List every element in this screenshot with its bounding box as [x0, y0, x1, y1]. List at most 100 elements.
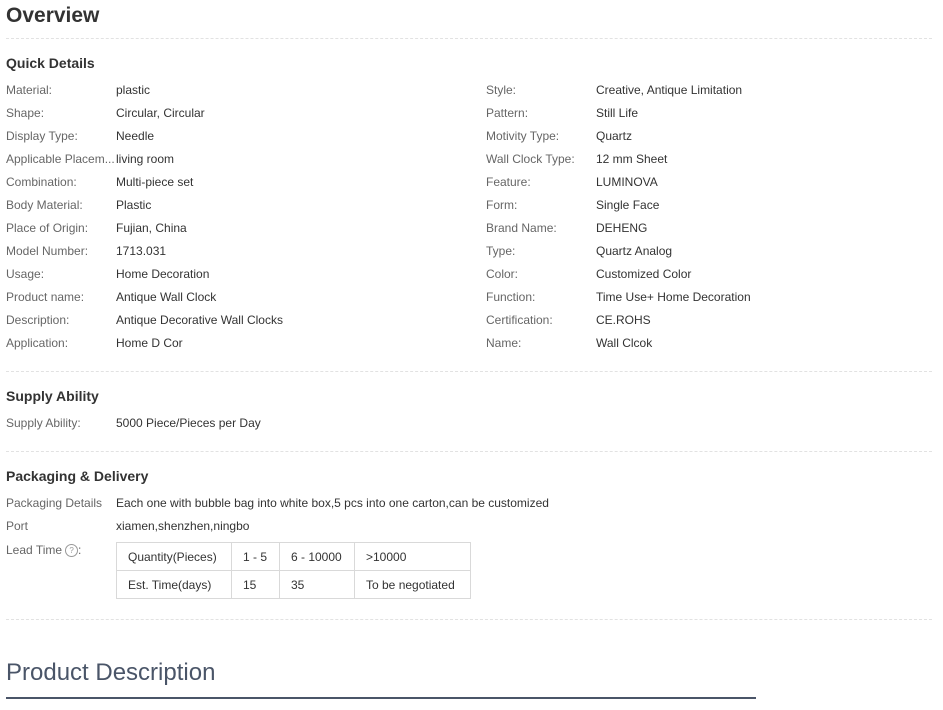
detail-row: Style: Creative, Antique Limitation — [486, 82, 926, 98]
table-cell: Quantity(Pieces) — [116, 542, 232, 571]
detail-row: Product name: Antique Wall Clock — [6, 289, 476, 305]
detail-label: Style: — [486, 83, 517, 97]
supply-label: Supply Ability: — [6, 416, 81, 430]
table-cell: 15 — [231, 570, 280, 599]
detail-label: Color: — [486, 267, 519, 281]
detail-row: Brand Name: DEHENG — [486, 220, 926, 236]
detail-value: Wall Clcok — [596, 336, 653, 350]
detail-value: Single Face — [596, 198, 660, 212]
overview-panel: Overview Quick Details Material: plastic… — [0, 0, 943, 710]
detail-label: Description: — [6, 313, 70, 327]
lead-time-row: Lead Time?: — [6, 542, 116, 558]
divider — [6, 619, 932, 620]
table-cell: 6 - 10000 — [279, 542, 355, 571]
lead-time-table: Quantity(Pieces) 1 - 5 6 - 10000 >10000 … — [116, 542, 471, 599]
packaging-heading: Packaging & Delivery — [6, 468, 149, 484]
table-row: Est. Time(days) 15 35 To be negotiated — [116, 570, 471, 599]
detail-value: Customized Color — [596, 267, 692, 281]
detail-label: Function: — [486, 290, 536, 304]
detail-label[interactable]: Applicable Placem... — [6, 151, 115, 167]
detail-label: Product name: — [6, 290, 85, 304]
detail-row: Wall Clock Type: 12 mm Sheet — [486, 151, 926, 167]
detail-row: Function: Time Use+ Home Decoration — [486, 289, 926, 305]
port-row: Port xiamen,shenzhen,ningbo — [6, 518, 476, 534]
table-row: Quantity(Pieces) 1 - 5 6 - 10000 >10000 — [116, 542, 471, 571]
detail-value: Home D Cor — [116, 336, 183, 350]
divider — [6, 38, 932, 39]
lead-time-label: Lead Time?: — [6, 542, 81, 558]
supply-value: 5000 Piece/Pieces per Day — [116, 416, 261, 430]
divider — [6, 451, 932, 452]
detail-row: Pattern: Still Life — [486, 105, 926, 121]
overview-heading: Overview — [6, 4, 100, 27]
detail-value: Still Life — [596, 106, 639, 120]
table-cell: 35 — [279, 570, 355, 599]
detail-label: Usage: — [6, 267, 45, 281]
detail-label: Brand Name: — [486, 221, 557, 235]
detail-value: living room — [116, 152, 175, 166]
detail-value: Antique Decorative Wall Clocks — [116, 313, 283, 327]
detail-value: Quartz — [596, 129, 633, 143]
detail-label: Feature: — [486, 175, 531, 189]
detail-row: Model Number: 1713.031 — [6, 243, 476, 259]
supply-ability-heading: Supply Ability — [6, 388, 99, 404]
detail-row: Applicable Placem... living room — [6, 151, 476, 167]
detail-value: Time Use+ Home Decoration — [596, 290, 751, 304]
packaging-details-row: Packaging Details Each one with bubble b… — [6, 495, 926, 511]
detail-value: CE.ROHS — [596, 313, 651, 327]
lead-time-colon: : — [78, 543, 82, 557]
table-cell: 1 - 5 — [231, 542, 280, 571]
detail-value: plastic — [116, 83, 151, 97]
divider — [6, 371, 932, 372]
detail-label: Model Number: — [6, 244, 89, 258]
detail-row: Description: Antique Decorative Wall Clo… — [6, 312, 476, 328]
detail-row: Name: Wall Clcok — [486, 335, 926, 351]
detail-label: Place of Origin: — [6, 221, 89, 235]
detail-label: Application: — [6, 336, 69, 350]
detail-label: Motivity Type: — [486, 129, 560, 143]
packaging-details-value: Each one with bubble bag into white box,… — [116, 496, 549, 510]
detail-value: Multi-piece set — [116, 175, 194, 189]
detail-row: Body Material: Plastic — [6, 197, 476, 213]
detail-value: Needle — [116, 129, 155, 143]
product-description-heading: Product Description — [6, 659, 216, 686]
port-value: xiamen,shenzhen,ningbo — [116, 519, 250, 533]
detail-value: Antique Wall Clock — [116, 290, 217, 304]
product-description-underline — [6, 697, 756, 699]
supply-row: Supply Ability: 5000 Piece/Pieces per Da… — [6, 415, 476, 431]
detail-label: Pattern: — [486, 106, 529, 120]
detail-label: Body Material: — [6, 198, 83, 212]
detail-value: LUMINOVA — [596, 175, 658, 189]
detail-row: Application: Home D Cor — [6, 335, 476, 351]
detail-value: DEHENG — [596, 221, 648, 235]
detail-value: 12 mm Sheet — [596, 152, 668, 166]
detail-label: Display Type: — [6, 129, 78, 143]
detail-label: Combination: — [6, 175, 77, 189]
detail-row: Feature: LUMINOVA — [486, 174, 926, 190]
detail-row: Type: Quartz Analog — [486, 243, 926, 259]
detail-value: Home Decoration — [116, 267, 210, 281]
table-cell: To be negotiated — [354, 570, 471, 599]
packaging-details-label: Packaging Details — [6, 496, 103, 510]
detail-row: Usage: Home Decoration — [6, 266, 476, 282]
help-icon[interactable]: ? — [65, 544, 79, 557]
detail-row: Shape: Circular, Circular — [6, 105, 476, 121]
port-label: Port — [6, 519, 29, 533]
detail-value: Plastic — [116, 198, 152, 212]
lead-time-text: Lead Time — [6, 543, 63, 557]
detail-value: 1713.031 — [116, 244, 167, 258]
detail-row: Color: Customized Color — [486, 266, 926, 282]
detail-row: Certification: CE.ROHS — [486, 312, 926, 328]
detail-value: Circular, Circular — [116, 106, 205, 120]
table-cell: Est. Time(days) — [116, 570, 232, 599]
detail-row: Place of Origin: Fujian, China — [6, 220, 476, 236]
detail-label: Form: — [486, 198, 518, 212]
detail-row: Display Type: Needle — [6, 128, 476, 144]
detail-row: Motivity Type: Quartz — [486, 128, 926, 144]
detail-label: Type: — [486, 244, 516, 258]
detail-label: Material: — [6, 83, 53, 97]
detail-value: Creative, Antique Limitation — [596, 83, 743, 97]
table-cell: >10000 — [354, 542, 471, 571]
detail-label: Certification: — [486, 313, 553, 327]
detail-label: Wall Clock Type: — [486, 152, 575, 166]
